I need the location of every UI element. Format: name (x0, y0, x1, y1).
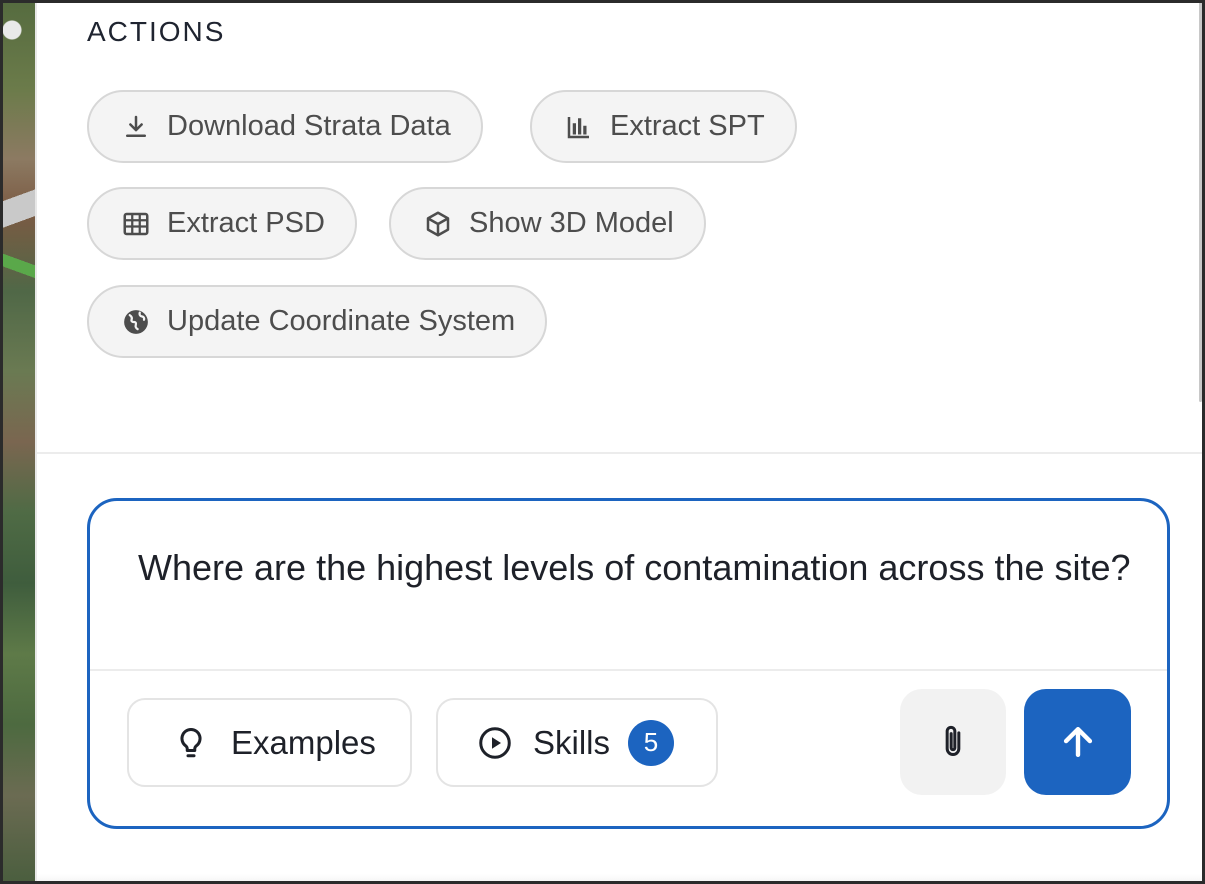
skills-count-badge: 5 (628, 719, 675, 766)
examples-button[interactable]: Examples (127, 698, 412, 787)
download-icon (126, 115, 146, 137)
skills-label: Skills (533, 723, 611, 761)
show-3d-model-label: Show 3D Model (469, 207, 674, 239)
extract-psd-button[interactable]: Extract PSD (87, 187, 357, 260)
table-icon (123, 212, 149, 235)
extract-spt-label: Extract SPT (610, 110, 765, 142)
paperclip-icon (945, 725, 961, 756)
lightbulb-icon (180, 727, 202, 757)
bar-chart-icon (567, 116, 589, 138)
map-background[interactable] (0, 0, 37, 884)
update-coordinate-system-label: Update Coordinate System (167, 305, 516, 337)
chat-panel: ACTIONS Download Strata Data Extract SPT… (37, 0, 1205, 884)
extract-spt-button[interactable]: Extract SPT (530, 90, 797, 163)
extract-psd-label: Extract PSD (167, 207, 325, 239)
section-divider (37, 452, 1205, 454)
download-strata-data-button[interactable]: Download Strata Data (87, 90, 483, 163)
globe-icon (124, 309, 148, 334)
chat-composer[interactable]: Where are the highest levels of contamin… (87, 498, 1170, 829)
arrow-up-icon (1063, 726, 1092, 758)
cube-icon (426, 211, 450, 236)
update-coordinate-system-button[interactable]: Update Coordinate System (87, 285, 548, 358)
composer-divider (90, 669, 1167, 671)
bottom-edge (37, 874, 1205, 884)
actions-section-title: ACTIONS (87, 16, 226, 47)
scrollbar-thumb[interactable] (1199, 0, 1202, 402)
download-strata-data-label: Download Strata Data (167, 110, 451, 142)
play-circle-icon (479, 726, 511, 759)
show-3d-model-button[interactable]: Show 3D Model (389, 187, 706, 260)
attach-button[interactable] (900, 689, 1006, 795)
skills-button[interactable]: Skills 5 (436, 698, 718, 787)
examples-label: Examples (231, 723, 376, 761)
send-button[interactable] (1024, 689, 1131, 795)
prompt-input[interactable]: Where are the highest levels of contamin… (138, 541, 1138, 595)
